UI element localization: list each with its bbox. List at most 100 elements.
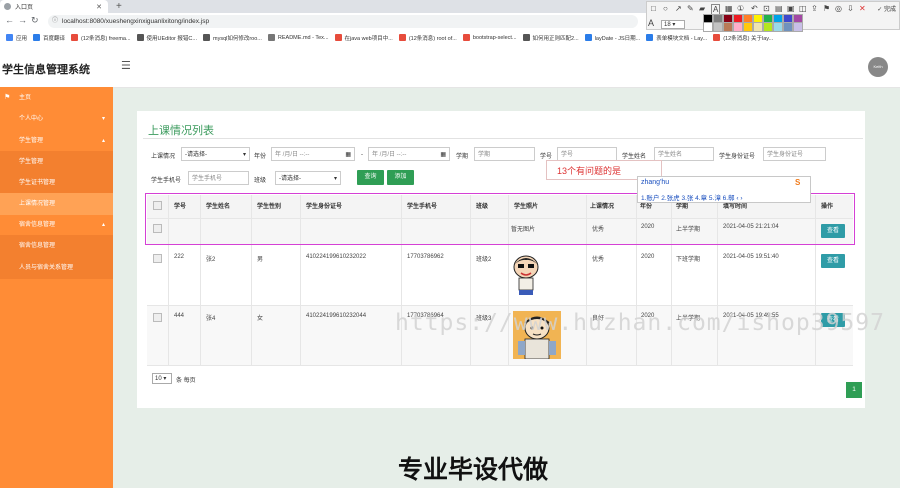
bookmark-item[interactable]: bootstrap-select... — [462, 34, 517, 41]
id-card-label: 学生身份证号 — [719, 154, 756, 160]
calendar-icon[interactable]: ▦ — [345, 148, 351, 162]
bookmark-item[interactable]: layDate - JS日期... — [584, 34, 640, 42]
bookmark-item[interactable]: 使用UEditor 报错C... — [136, 34, 197, 42]
sogou-logo-icon: S — [795, 178, 801, 187]
cancel-icon[interactable]: ✕ — [859, 4, 866, 13]
hamburger-menu-icon[interactable]: ☰ — [121, 59, 131, 72]
bookmark-item[interactable]: (12条消息) freema... — [71, 34, 131, 42]
font-size-select[interactable]: 18 ▾ — [661, 20, 685, 29]
color-swatch[interactable] — [783, 22, 793, 32]
sidebar-subitem-person-dorm[interactable]: 人员与宿舍关系管理 — [0, 257, 113, 279]
ellipse-tool-icon[interactable]: ○ — [663, 4, 668, 13]
bookmark-item[interactable]: mysql如何修改roo... — [202, 34, 262, 42]
phone-placeholder: 学生手机号 — [192, 176, 223, 182]
bookmark-item[interactable]: (12条消息) 关于lay... — [713, 34, 773, 42]
color-swatch[interactable] — [753, 22, 763, 32]
tab-title: 入口页 — [15, 5, 34, 11]
bookmark-favicon-icon — [584, 34, 592, 41]
color-picker-icon[interactable]: ⚑ — [823, 4, 830, 13]
sidebar-subitem-students[interactable]: 学生管理 — [0, 151, 113, 173]
id-card-input[interactable]: 学生身份证号 — [763, 147, 826, 161]
back-icon[interactable]: ← — [5, 15, 14, 25]
term-input[interactable]: 学期 — [474, 147, 535, 161]
sidebar-subitem-dorm-info[interactable]: 宿舍信息管理 — [0, 235, 113, 257]
undo-icon[interactable]: ↶ — [751, 4, 758, 13]
bookmark-label: bootstrap-select... — [472, 34, 517, 41]
ocr-icon[interactable]: ▤ — [775, 4, 783, 13]
color-swatch[interactable] — [733, 22, 743, 32]
bookmark-item[interactable]: 百度翻译 — [33, 34, 65, 42]
annotation-toolbar: □ ○ ↗ ✎ ▰ A ▦ ① ↶ ⊡ ▤ ▣ ◫ ⇪ ⚑ ◎ ⇩ ✕ A 18… — [646, 1, 900, 32]
sidebar-item-home[interactable]: ⚑ 主页 — [0, 87, 113, 109]
color-swatch[interactable] — [773, 22, 783, 32]
bookmark-item[interactable]: README.md - Tex... — [267, 34, 329, 41]
screenshot-icon[interactable]: ◫ — [799, 4, 807, 13]
student-number-input[interactable]: 学号 — [557, 147, 617, 161]
attendance-select[interactable]: -请选择- ▾ — [181, 147, 250, 161]
bookmark-item[interactable]: (12条消息) root of... — [398, 34, 457, 42]
search-button[interactable]: 查询 — [357, 170, 384, 185]
sidebar-item-label: 宿舍信息管理 — [19, 222, 56, 228]
record-icon[interactable]: ◎ — [835, 4, 842, 13]
bookmark-item[interactable]: 应用 — [6, 34, 27, 42]
class-select[interactable]: -请选择- ▾ — [275, 171, 341, 185]
pen-tool-icon[interactable]: ✎ — [687, 4, 694, 13]
sidebar-item-personal-center[interactable]: 个人中心 ▾ — [0, 108, 113, 130]
reload-icon[interactable]: ↻ — [31, 15, 39, 26]
bookmark-item[interactable]: 在java web项目中... — [334, 34, 393, 42]
student-name-label: 学生姓名 — [622, 154, 647, 160]
phone-input[interactable]: 学生手机号 — [188, 171, 249, 185]
sidebar-subitem-certificates[interactable]: 学生证书管理 — [0, 172, 113, 194]
browser-tab[interactable]: 入口页 ✕ — [0, 0, 108, 13]
student-name-input[interactable]: 学生姓名 — [654, 147, 714, 161]
bookmark-label: README.md - Tex... — [277, 34, 329, 41]
color-swatch[interactable] — [763, 22, 773, 32]
sidebar-item-student-mgmt[interactable]: 学生管理 ▴ — [0, 130, 113, 152]
pin-icon[interactable]: ⊡ — [763, 4, 770, 13]
bookmark-favicon-icon — [398, 34, 406, 41]
bookmark-favicon-icon — [202, 34, 210, 41]
bookmark-label: 应用 — [16, 35, 28, 42]
bookmark-favicon-icon — [334, 34, 342, 41]
ime-candidates[interactable]: 1.账户 2.张虎 3.张 4.章 5.漳 6.鄣 ‹ › — [641, 192, 743, 202]
sidebar-item-label: 主页 — [19, 95, 32, 101]
page-size-select[interactable]: 10 ▾ — [152, 373, 172, 384]
url-field[interactable]: ⓘ localhost:8080/xueshengxinxiguanlixito… — [48, 15, 638, 28]
sidebar-item-label: 人员与宿舍关系管理 — [19, 265, 74, 271]
view-button[interactable]: 查看 — [821, 254, 845, 268]
forward-icon[interactable]: → — [18, 15, 27, 25]
calendar-icon[interactable]: ▦ — [440, 148, 446, 162]
row-checkbox[interactable] — [153, 313, 162, 322]
marker-tool-icon[interactable]: ▰ — [699, 4, 705, 13]
rectangle-tool-icon[interactable]: □ — [651, 4, 656, 13]
color-swatch[interactable] — [723, 22, 733, 32]
page-number-button[interactable]: 1 — [846, 382, 862, 398]
color-swatch[interactable] — [703, 22, 713, 32]
color-swatch[interactable] — [793, 22, 803, 32]
color-swatch[interactable] — [743, 22, 753, 32]
bookmark-item[interactable]: 如何用正则匹配2... — [522, 34, 579, 42]
year-cell: 2020 — [641, 254, 655, 260]
long-screenshot-icon[interactable]: ⇩ — [847, 4, 854, 13]
page-size-label: 条 每页 — [176, 378, 196, 384]
share-icon[interactable]: ⇪ — [811, 4, 818, 13]
font-size-value: 18 — [664, 22, 671, 28]
close-icon[interactable]: ✕ — [96, 3, 102, 11]
arrow-tool-icon[interactable]: ↗ — [675, 4, 682, 13]
avatar[interactable]: Keith — [868, 57, 888, 77]
year-start-input[interactable]: 年 /月/日 --:-- ▦ — [271, 147, 355, 161]
student-name-placeholder: 学生姓名 — [658, 152, 683, 158]
year-end-input[interactable]: 年 /月/日 --:-- ▦ — [368, 147, 450, 161]
bookmark-item[interactable]: 表单模块文档 - Lay... — [646, 34, 707, 42]
translate-icon[interactable]: ▣ — [787, 4, 795, 13]
sidebar-item-dorm-mgmt[interactable]: 宿舍信息管理 ▴ — [0, 214, 113, 236]
finish-button[interactable]: ✓ 完成 — [877, 4, 896, 13]
new-tab-button[interactable]: + — [116, 1, 122, 12]
sidebar-subitem-class-attendance[interactable]: 上课情况管理 — [0, 193, 113, 215]
row-checkbox[interactable] — [153, 254, 162, 263]
add-button[interactable]: 添加 — [387, 170, 414, 185]
color-swatch[interactable] — [713, 22, 723, 32]
flag-icon: ⚑ — [4, 94, 11, 101]
number-tool-icon[interactable]: ① — [737, 4, 744, 13]
mosaic-tool-icon[interactable]: ▦ — [725, 4, 733, 13]
